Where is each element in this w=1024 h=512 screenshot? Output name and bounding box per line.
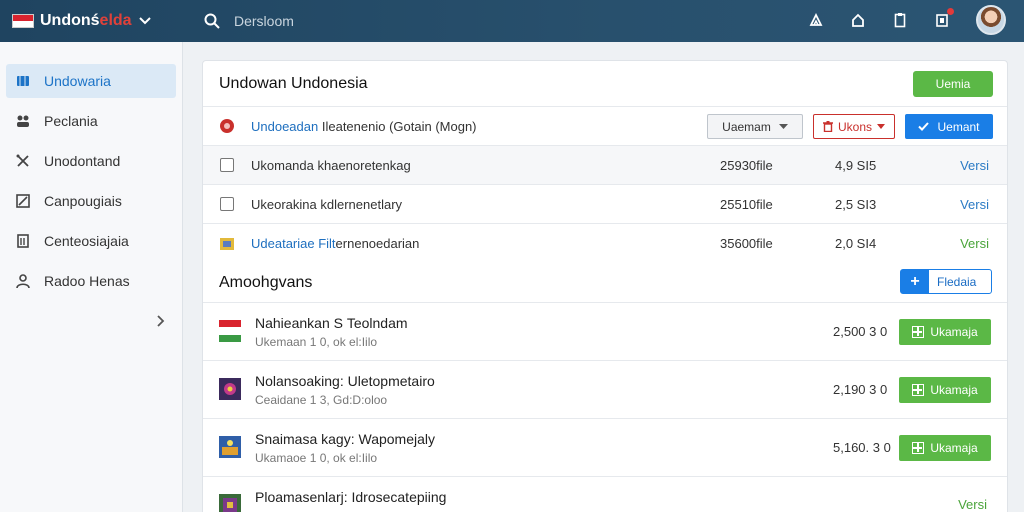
file-size: 25510file xyxy=(720,196,773,212)
brand-name: Undonśelda xyxy=(40,12,132,29)
dropdown-value: Uaemam xyxy=(722,119,771,134)
main-card: Undowan Undonesia Uemia Undoeadan Ileate… xyxy=(202,60,1008,512)
item-name: Nahieankan Ѕ Teolndam xyxy=(255,315,408,331)
item-name: Snaimasa kagy: Wapomejaly xyxy=(255,431,436,447)
flag-icon[interactable] xyxy=(932,8,954,30)
bell-icon[interactable] xyxy=(806,10,826,30)
filter-label: Undoeadan Ileatenenio (Gotain (Mogn) xyxy=(251,118,477,134)
item-name: Ploamasenlarj: Idrosecatepiing xyxy=(255,489,447,505)
item-price: 2,500 3 0 xyxy=(833,324,888,339)
confirm-button[interactable]: Uemant xyxy=(905,114,993,139)
card-header: Undowan Undonesia Uemia xyxy=(203,61,1007,107)
top-icons xyxy=(784,5,1006,35)
table-row[interactable]: Ukeorakina kdlernenetlary 25510file 2,5 … xyxy=(203,185,1007,224)
sidebar-item-label: Canpougiais xyxy=(44,193,122,209)
item-meta: Ceaidane 1 3, Gd:D:oloo xyxy=(255,393,388,407)
version-link[interactable]: Versi xyxy=(960,236,989,251)
sidebar: Undowaria Peclania Unodontand Canpougiai… xyxy=(0,42,183,512)
grid-icon xyxy=(912,442,925,454)
list-item[interactable]: Nolansoaking: Uletopmetairo Ceaidane 1 3… xyxy=(203,361,1007,419)
item-price: 2,190 3 0 xyxy=(833,382,888,397)
item-meta: Ukemaan 1 0, ok el:Iilo xyxy=(255,335,378,349)
image-thumbnail-icon xyxy=(219,378,241,400)
sidebar-item-peclania[interactable]: Peclania xyxy=(6,104,176,138)
clipboard-icon[interactable] xyxy=(890,10,910,30)
plus-icon: + xyxy=(901,270,929,293)
table-row[interactable]: Ukomanda khaenoretenkag 25930file 4,9 ЅІ… xyxy=(203,146,1007,185)
document-icon xyxy=(14,232,32,250)
sidebar-item-label: Unodontand xyxy=(44,153,121,169)
add-button[interactable]: + Fledaia xyxy=(900,269,992,294)
sidebar-item-label: Undowaria xyxy=(44,73,111,89)
row-checkbox[interactable] xyxy=(220,158,234,172)
section-header: Amoohgvans + Fledaia xyxy=(203,263,1007,303)
sidebar-item-unodontand[interactable]: Unodontand xyxy=(6,144,176,178)
filter-link[interactable]: Undoeadan xyxy=(251,119,318,134)
item-action-button[interactable]: Ukamaja xyxy=(899,319,991,345)
file-version: 2,0 ЅІ4 xyxy=(835,236,877,251)
file-version: 2,5 ЅІ3 xyxy=(835,196,877,212)
map-icon xyxy=(14,72,32,90)
list-item[interactable]: Ploamasenlarj: Idrosecatepiing Versi xyxy=(203,477,1007,512)
flag-thumbnail-icon xyxy=(219,320,241,342)
home-icon[interactable] xyxy=(848,10,868,30)
item-action-button[interactable]: Ukamaja xyxy=(899,377,991,403)
sidebar-item-label: Centeosiajaia xyxy=(44,233,129,249)
file-name: Ukomanda khaenoretenkag xyxy=(251,157,411,173)
sidebar-item-radoo-henas[interactable]: Radoo Henas xyxy=(6,264,176,298)
image-thumbnail-icon xyxy=(219,494,241,512)
file-size: 25930file xyxy=(720,157,773,173)
red-filter-button[interactable]: Ukons xyxy=(813,114,895,139)
image-thumbnail-icon xyxy=(219,436,241,458)
file-name: Ukeorakina kdlernenetlary xyxy=(251,196,403,212)
people-icon xyxy=(14,112,32,130)
list-item[interactable]: Snaimasa kagy: Wapomejaly Ukamaoe 1 0, o… xyxy=(203,419,1007,477)
primary-action-button[interactable]: Uemia xyxy=(913,71,993,97)
item-status[interactable]: Versi xyxy=(958,497,987,512)
user-icon xyxy=(14,272,32,290)
sidebar-item-centeosiajaia[interactable]: Centeosiajaia xyxy=(6,224,176,258)
search-input[interactable] xyxy=(234,13,634,29)
tools-icon xyxy=(14,152,32,170)
record-icon xyxy=(219,118,235,134)
item-price: 5,160. 3 0 xyxy=(833,440,891,455)
filter-dropdown[interactable]: Uaemam xyxy=(707,114,803,139)
flag-icon xyxy=(12,14,34,28)
folder-icon xyxy=(219,236,235,252)
grid-icon xyxy=(912,384,925,396)
sidebar-item-canpougiais[interactable]: Canpougiais xyxy=(6,184,176,218)
chevron-down-icon xyxy=(778,123,788,129)
table-row[interactable]: Udeatariae Filternenoedarian 35600file 2… xyxy=(203,224,1007,263)
item-action-button[interactable]: Ukamaja xyxy=(899,435,991,461)
filter-row: Undoeadan Ileatenenio (Gotain (Mogn) Uae… xyxy=(203,107,1007,146)
version-link[interactable]: Versi xyxy=(960,158,989,173)
chart-icon xyxy=(14,192,32,210)
notification-badge xyxy=(947,8,954,15)
search-icon xyxy=(204,13,220,29)
sidebar-item-undowaria[interactable]: Undowaria xyxy=(6,64,176,98)
trash-icon xyxy=(822,121,833,132)
chevron-down-icon[interactable] xyxy=(138,13,152,29)
file-version: 4,9 ЅІ5 xyxy=(835,157,877,173)
item-meta: Ukamaoe 1 0, ok el:Iilo xyxy=(255,451,378,465)
item-name: Nolansoaking: Uletopmetairo xyxy=(255,373,435,389)
file-size: 35600file xyxy=(720,236,773,251)
check-icon xyxy=(918,122,930,131)
page-title: Undowan Undonesia xyxy=(219,74,368,92)
file-name: Udeatariae Filternenoedarian xyxy=(251,236,420,251)
sidebar-item-label: Radoo Henas xyxy=(44,273,130,289)
grid-icon xyxy=(912,326,925,338)
top-bar: Undonśelda xyxy=(0,0,1024,42)
section-title: Amoohgvans xyxy=(219,273,313,291)
chevron-down-icon xyxy=(877,124,885,129)
sidebar-item-label: Peclania xyxy=(44,113,98,129)
list-item[interactable]: Nahieankan Ѕ Teolndam Ukemaan 1 0, ok el… xyxy=(203,303,1007,361)
brand[interactable]: Undonśelda xyxy=(12,12,182,30)
chevron-right-icon[interactable] xyxy=(156,314,166,333)
version-link[interactable]: Versi xyxy=(960,197,989,212)
row-checkbox[interactable] xyxy=(220,197,234,211)
search-bar[interactable] xyxy=(196,6,786,36)
avatar[interactable] xyxy=(976,5,1006,35)
